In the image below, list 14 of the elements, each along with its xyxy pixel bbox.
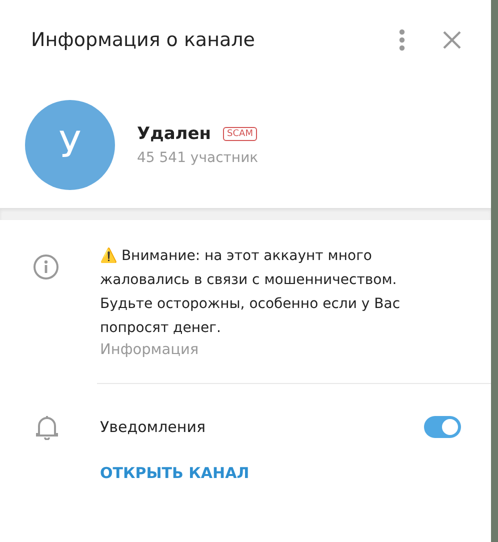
more-options-icon[interactable] — [399, 29, 405, 51]
info-icon — [33, 254, 59, 280]
info-caption: Информация — [100, 342, 200, 358]
channel-name: Удален — [137, 124, 212, 144]
close-icon[interactable] — [443, 31, 461, 49]
avatar: У — [25, 100, 115, 190]
notifications-toggle[interactable] — [424, 416, 461, 438]
member-count: 45 541 участник — [137, 150, 258, 166]
scam-badge: SCAM — [223, 127, 257, 141]
notifications-label: Уведомления — [100, 418, 206, 436]
dialog-title: Информация о канале — [31, 29, 256, 51]
bell-icon — [35, 414, 59, 440]
open-channel-button[interactable]: ОТКРЫТЬ КАНАЛ — [100, 460, 250, 486]
warning-text: ⚠ Внимание: на этот аккаунт много жаловались в связи с мошенничеством. Будьте осторожны, особенно если у Вас попросят денег. — [100, 246, 402, 338]
